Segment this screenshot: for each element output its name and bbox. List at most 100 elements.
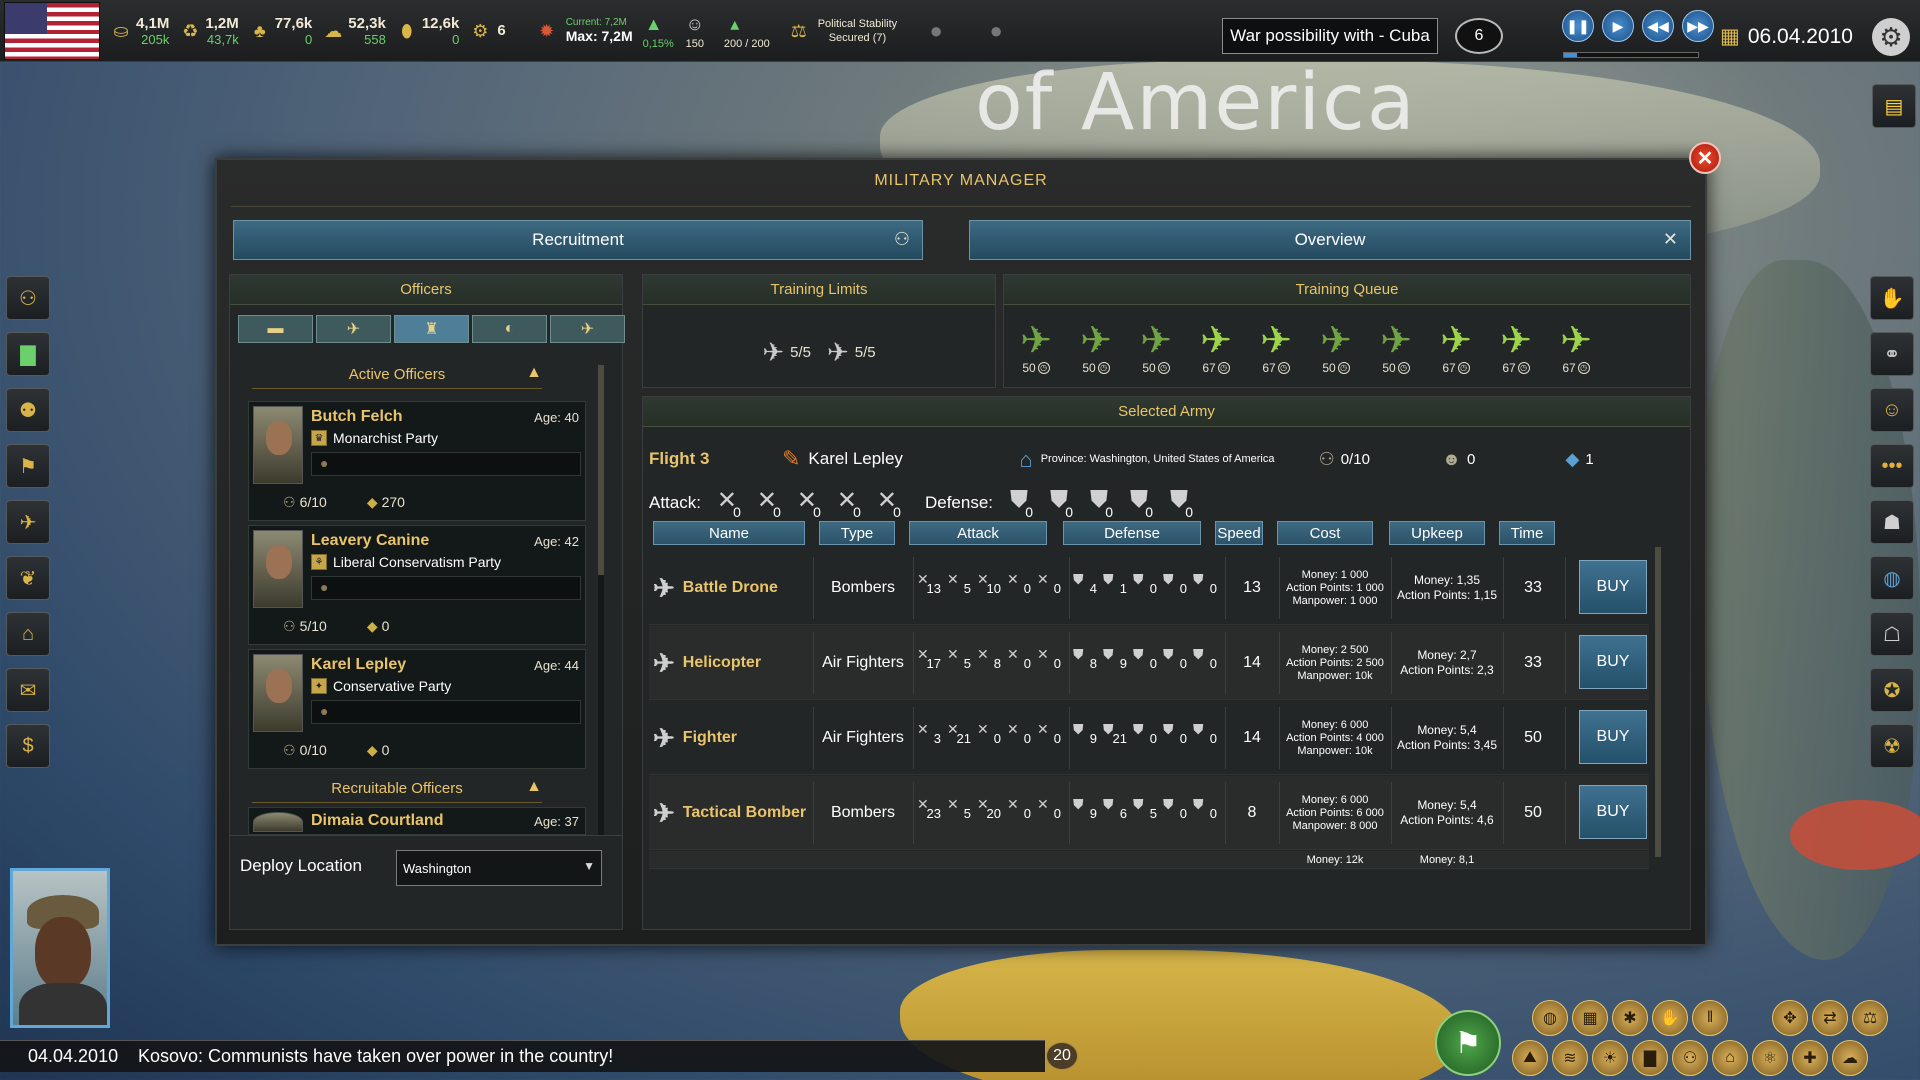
officer-card[interactable]: Butch Felch Age: 40 ♛Monarchist Party ⚇6… [248,401,586,521]
training-queue-item[interactable]: ✈ 67 ◷ [1250,321,1302,375]
advisor-icon[interactable]: ☺ [1870,388,1914,432]
weather-map-icon[interactable]: ☁ [1832,1040,1868,1076]
scroll-icon[interactable]: ▤ [1872,84,1916,128]
growth-indicator[interactable]: ▲ 0,15% [643,4,674,58]
training-queue-item[interactable]: ✈ 67 ◷ [1190,321,1242,375]
flag-menu-icon[interactable]: ⚑ [1435,1010,1501,1076]
news-count-badge[interactable]: 20 [1046,1042,1078,1070]
speed-bar[interactable] [1563,52,1699,58]
leader-portrait[interactable] [10,868,110,1028]
alert-icon-2[interactable]: ● [985,4,1007,58]
population-icon[interactable]: ⚉ [6,388,50,432]
stats-map-icon[interactable]: ▇ [1632,1040,1668,1076]
buy-button[interactable]: BUY [1579,635,1647,689]
column-header-attack[interactable]: Attack [909,521,1047,545]
column-header-speed[interactable]: Speed [1215,521,1263,545]
officers-scrollbar[interactable] [598,365,604,835]
diplomacy-map-icon[interactable]: ✋ [1652,1000,1688,1036]
column-header-upkeep[interactable]: Upkeep [1389,521,1485,545]
close-dialog-button[interactable]: ✕ [1689,142,1721,174]
handshake-icon[interactable]: ✋ [1870,276,1914,320]
training-queue-item[interactable]: ✈ 67 ◷ [1550,321,1602,375]
country-flag[interactable] [4,1,100,60]
army-general[interactable]: ✎ Karel Lepley [782,446,1019,472]
more-icon[interactable]: ••• [1870,444,1914,488]
people-icon[interactable]: ⚇ [6,276,50,320]
column-header-defense[interactable]: Defense [1063,521,1201,545]
stability-indicator[interactable]: ⚖ Political Stability Secured (7) [788,4,898,58]
buy-button[interactable]: BUY [1579,710,1647,764]
navy-icon[interactable]: ◐ [472,315,547,343]
tank-icon[interactable]: ▬ [238,315,313,343]
globe-map-icon[interactable]: ◍ [1532,1000,1568,1036]
budget-icon[interactable]: $ [6,724,50,768]
unit-row-partial[interactable]: Money: 12k Money: 8,1 [649,851,1649,869]
unit-row[interactable]: ✈FighterAir Fighters32100092100014Money:… [649,701,1649,775]
unit-row[interactable]: ✈HelicopterAir Fighters1758008900014Mone… [649,626,1649,700]
training-queue-item[interactable]: ✈ 50 ◷ [1070,321,1122,375]
climate-map-icon[interactable]: ☀ [1592,1040,1628,1076]
column-header-name[interactable]: Name [653,521,805,545]
column-header-time[interactable]: Time [1499,521,1555,545]
population-map-icon[interactable]: ⚇ [1672,1040,1708,1076]
training-queue-item[interactable]: ✈ 67 ◷ [1490,321,1542,375]
officer-card[interactable]: Karel Lepley Age: 44 ✦ Conservative Party… [248,649,586,769]
resource-oil[interactable]: ⬮ 12,6k 0 [396,4,459,58]
training-queue-item[interactable]: ✈ 50 ◷ [1370,321,1422,375]
column-header-type[interactable]: Type [819,521,895,545]
resource-manpower[interactable]: ♻ 1,2M 43,7k [179,4,238,58]
military-map-icon[interactable]: ‖ [1692,1000,1728,1036]
training-queue-item[interactable]: ✈ 50 ◷ [1010,321,1062,375]
active-officers-header[interactable]: Active Officers ▲ [252,361,542,389]
military-icon[interactable]: ✈ [6,500,50,544]
war-possibility-label[interactable]: War possibility with - Cuba [1222,18,1438,54]
fast-forward-icon[interactable]: ▶▶ [1682,10,1714,42]
resource-industry[interactable]: ☁ 52,3k 558 [322,4,386,58]
training-queue-item[interactable]: ✈ 50 ◷ [1130,321,1182,375]
tab-overview[interactable]: Overview ✕ [969,220,1691,260]
happiness-indicator[interactable]: ☺ 150 [684,4,706,58]
rewind-icon[interactable]: ◀◀ [1642,10,1674,42]
chevron-up-icon[interactable]: ▲ [526,778,542,796]
pause-icon[interactable]: ❚❚ [1562,10,1594,42]
unit-row[interactable]: ✈Battle DroneBombers13510004100013Money:… [649,551,1649,625]
buy-button[interactable]: BUY [1579,560,1647,614]
resource-money[interactable]: ⛀ 4,1M 205k [110,4,169,58]
play-icon[interactable]: ▶ [1602,10,1634,42]
unit-list-scrollbar[interactable] [1655,547,1661,857]
unit-row[interactable]: ✈Tactical BomberBombers2352000965008Mone… [649,776,1649,850]
jet-icon[interactable]: ✈ [550,315,625,343]
network-icon[interactable]: ⚭ [1870,332,1914,376]
laws-icon[interactable]: ✉ [6,668,50,712]
buildings-map-icon[interactable]: ⌂ [1712,1040,1748,1076]
recruitable-officers-header[interactable]: Recruitable Officers ▲ [252,775,542,803]
economy-chart-icon[interactable]: ▇ [6,332,50,376]
action-points-indicator[interactable]: ▴ 200 / 200 [724,4,770,58]
training-queue-item[interactable]: ✈ 67 ◷ [1430,321,1482,375]
research-indicator[interactable]: ⚙ 6 [469,4,505,58]
column-header-cost[interactable]: Cost [1277,521,1373,545]
helicopter-icon[interactable]: ✈ [316,315,391,343]
science-map-icon[interactable]: ⚛ [1752,1040,1788,1076]
officer-trait-slot[interactable] [311,700,581,724]
flight-name[interactable]: Flight 3 [649,449,782,469]
officer-card[interactable]: Leavery Canine Age: 42 ⚘ Liberal Conserva… [248,525,586,645]
nuke-icon[interactable]: ☢ [1870,724,1914,768]
globe-icon[interactable]: ◍ [1870,556,1914,600]
officer-trait-slot[interactable] [311,576,581,600]
law-map-icon[interactable]: ⚖ [1852,1000,1888,1036]
officer-trait-slot[interactable] [311,452,581,476]
grid-map-icon[interactable]: ▦ [1572,1000,1608,1036]
trade-icon[interactable]: ⚑ [6,444,50,488]
religion-map-icon[interactable]: ✥ [1772,1000,1808,1036]
trade-map-icon[interactable]: ⇄ [1812,1000,1848,1036]
population-indicator[interactable]: ✹ Current: 7,2M Max: 7,2M [536,4,632,58]
recruitable-officer-card[interactable]: Dimaia Courtland Age: 37 [248,807,586,835]
medal-icon[interactable]: ✪ [1870,668,1914,712]
gear-icon[interactable]: ⚙ [1872,18,1910,56]
alert-icon-1[interactable]: ● [925,4,947,58]
training-queue-item[interactable]: ✈ 50 ◷ [1310,321,1362,375]
leader-icon[interactable]: ☖ [1870,612,1914,656]
infantry-icon[interactable]: ♜ [394,315,469,343]
resource-food[interactable]: ♣ 77,6k 0 [249,4,312,58]
